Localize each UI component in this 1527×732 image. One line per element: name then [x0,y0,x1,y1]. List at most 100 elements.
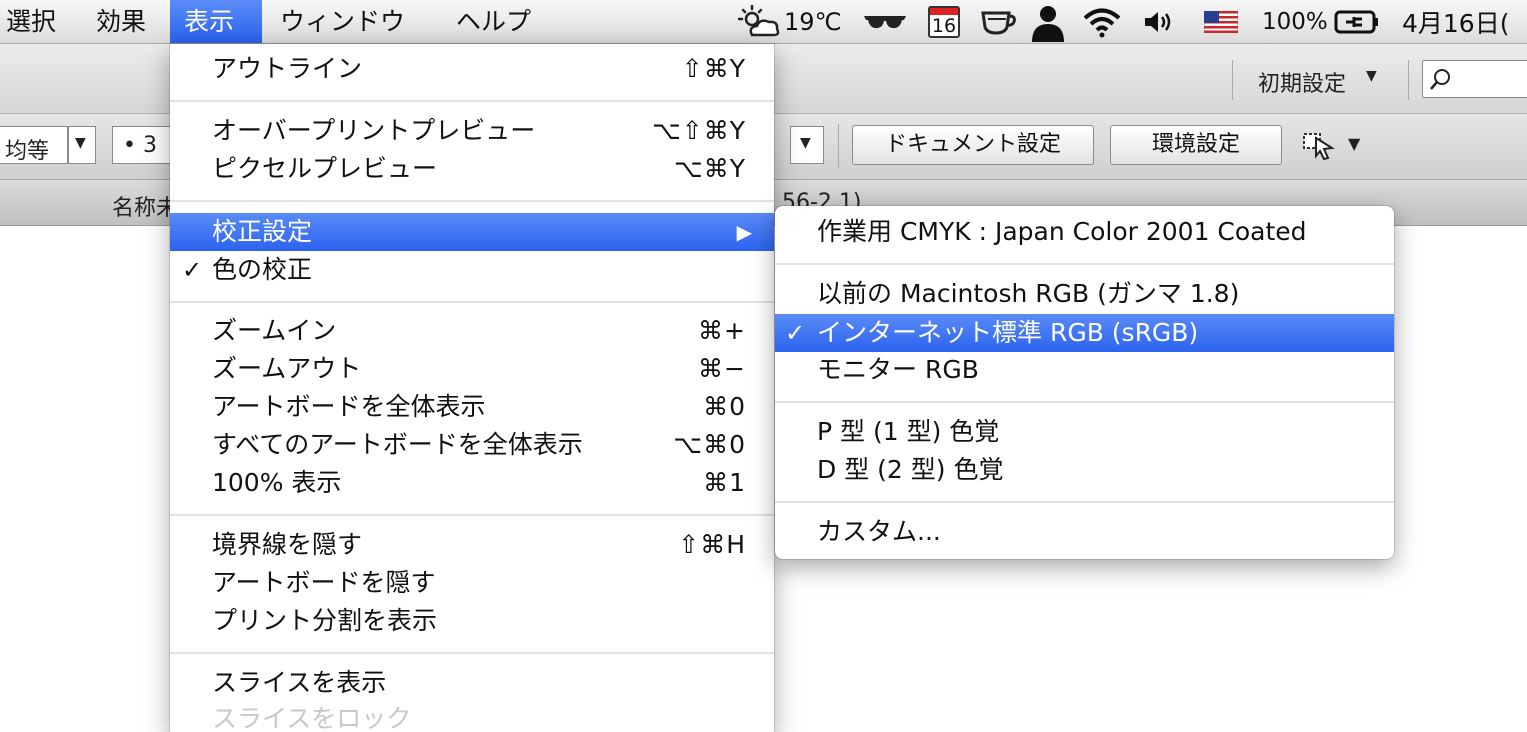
temperature-text: 19℃ [784,7,842,36]
menu-item-shortcut: ⌘0 [703,392,746,421]
submenu-item-customize[interactable]: カスタム... [775,513,1394,551]
document-setup-button[interactable]: ドキュメント設定 [852,125,1094,165]
menu-item-label: アートボードを全体表示 [212,392,486,421]
menu-item-hide-artboards[interactable]: アートボードを隠す [170,564,774,602]
arrange-dropdown-arrow-icon[interactable]: ▼ [1348,134,1360,153]
menu-item-label: すべてのアートボードを全体表示 [212,430,583,459]
submenu-item-protanopia[interactable]: P 型 (1 型) 色覚 [775,413,1394,451]
menu-window[interactable]: ウィンドウ [266,0,419,43]
menu-item-proof-setup[interactable]: 校正設定 ▶ [170,213,774,251]
coffee-cup-icon[interactable] [980,0,1018,43]
menu-view[interactable]: 表示 [170,0,262,43]
wifi-icon[interactable] [1082,0,1122,43]
menu-item-label: オーバープリントプレビュー [212,116,536,145]
menu-select[interactable]: 選択 [0,0,70,43]
user-silhouette-icon[interactable] [1030,0,1066,43]
view-menu: アウトライン ⇧⌘Y オーバープリントプレビュー ⌥⇧⌘Y ピクセルプレビュー … [170,44,774,732]
align-dropdown-button[interactable]: ▼ [68,126,96,164]
menu-item-label: ズームイン [212,316,337,345]
menu-item-actual-size[interactable]: 100% 表示 ⌘1 [170,464,774,502]
clock-date[interactable]: 4月16日( [1402,0,1509,43]
menu-separator [170,514,774,516]
toolbar-divider [838,124,839,168]
arrange-documents-icon[interactable] [1302,128,1336,166]
menu-separator [170,100,774,102]
submenu-item-working-cmyk[interactable]: 作業用 CMYK : Japan Color 2001 Coated [775,213,1394,251]
submenu-item-label: 以前の Macintosh RGB (ガンマ 1.8) [817,279,1240,308]
menu-item-label: スライスをロック [212,704,412,732]
submenu-item-label: D 型 (2 型) 色覚 [817,455,1004,484]
menu-separator [170,200,774,202]
menu-item-show-slices[interactable]: スライスを表示 [170,664,774,702]
proof-setup-submenu: 作業用 CMYK : Japan Color 2001 Coated 以前の M… [775,206,1394,559]
preferences-button[interactable]: 環境設定 [1110,125,1282,165]
weather-icon [738,4,782,39]
menu-separator [775,263,1394,265]
document-tab-title[interactable]: 名称未 [112,190,178,222]
submenu-item-label: カスタム... [817,517,941,546]
search-icon [1430,69,1450,90]
menu-item-label: プリント分割を表示 [212,606,438,635]
calendar-day: 16 [931,14,957,37]
sunglasses-icon[interactable] [862,0,908,43]
menu-item-label: 100% 表示 [212,468,342,497]
submenu-item-monitor-rgb[interactable]: モニター RGB [775,351,1394,389]
submenu-item-label: 作業用 CMYK : Japan Color 2001 Coated [817,217,1307,246]
menu-item-zoom-out[interactable]: ズームアウト ⌘− [170,350,774,388]
align-select[interactable]: 均等 [0,126,68,164]
menu-separator [775,501,1394,503]
menu-separator [775,401,1394,403]
menu-item-shortcut: ⌘− [698,354,746,383]
menu-separator [170,301,774,303]
menu-item-hide-edges[interactable]: 境界線を隠す ⇧⌘H [170,526,774,564]
dropdown-button[interactable]: ▼ [790,126,824,164]
menu-separator [170,652,774,654]
menu-effect[interactable]: 効果 [82,0,160,43]
submenu-item-label: P 型 (1 型) 色覚 [817,417,1000,446]
menu-item-overprint-preview[interactable]: オーバープリントプレビュー ⌥⇧⌘Y [170,112,774,150]
menu-item-label: ズームアウト [212,354,362,383]
workspace-dropdown-arrow-icon[interactable]: ▼ [1366,68,1377,84]
input-source-flag-icon[interactable] [1204,0,1238,43]
menu-item-zoom-in[interactable]: ズームイン ⌘+ [170,312,774,350]
menubar: 選択 効果 表示 ウィンドウ ヘルプ 19℃ 16 100% 4月16日( [0,0,1527,44]
menu-item-shortcut: ⌥⇧⌘Y [651,116,746,145]
menu-item-proof-colors[interactable]: ✓ 色の校正 [170,251,774,289]
menu-item-fit-all-artboards[interactable]: すべてのアートボードを全体表示 ⌥⌘0 [170,426,774,464]
menu-item-outline[interactable]: アウトライン ⇧⌘Y [170,50,774,88]
menu-item-lock-slices[interactable]: スライスをロック [170,700,774,732]
menu-item-label: スライスを表示 [212,668,387,697]
menu-item-shortcut: ⌘+ [698,316,746,345]
menu-item-label: ピクセルプレビュー [212,154,438,183]
chevron-down-icon: ▼ [800,135,811,151]
chevron-down-icon: ▼ [75,135,86,151]
menu-item-pixel-preview[interactable]: ピクセルプレビュー ⌥⌘Y [170,150,774,188]
checkmark-icon: ✓ [785,319,806,347]
battery-percent[interactable]: 100% [1262,0,1328,43]
submenu-item-internet-standard-rgb[interactable]: ✓ インターネット標準 RGB (sRGB) [775,314,1394,352]
weather-status[interactable]: 19℃ [738,0,842,43]
menu-item-label: アウトライン [212,54,363,83]
menu-help[interactable]: ヘルプ [442,0,545,43]
menu-item-show-print-tiling[interactable]: プリント分割を表示 [170,602,774,640]
submenu-item-label: インターネット標準 RGB (sRGB) [817,318,1199,347]
battery-icon[interactable] [1334,0,1380,43]
toolbar-divider [1232,60,1233,100]
calendar-icon[interactable]: 16 [928,0,960,43]
menu-item-shortcut: ⌥⌘Y [673,154,746,183]
align-select-value: 均等 [5,139,50,164]
menu-item-label: 色の校正 [212,255,313,284]
submenu-item-label: モニター RGB [817,355,979,384]
menu-item-shortcut: ⌘1 [703,468,746,497]
checkmark-icon: ✓ [182,256,203,284]
menu-item-shortcut: ⇧⌘H [678,530,746,559]
workspace-switcher[interactable]: 初期設定 [1258,66,1346,98]
menu-item-label: 校正設定 [212,217,313,246]
submenu-item-legacy-macintosh-rgb[interactable]: 以前の Macintosh RGB (ガンマ 1.8) [775,275,1394,313]
menu-item-shortcut: ⇧⌘Y [681,54,746,83]
volume-icon[interactable] [1142,0,1174,43]
submenu-item-deuteranopia[interactable]: D 型 (2 型) 色覚 [775,451,1394,489]
menu-item-shortcut: ⌥⌘0 [673,430,746,459]
menu-item-fit-artboard[interactable]: アートボードを全体表示 ⌘0 [170,388,774,426]
search-input[interactable] [1422,60,1527,98]
